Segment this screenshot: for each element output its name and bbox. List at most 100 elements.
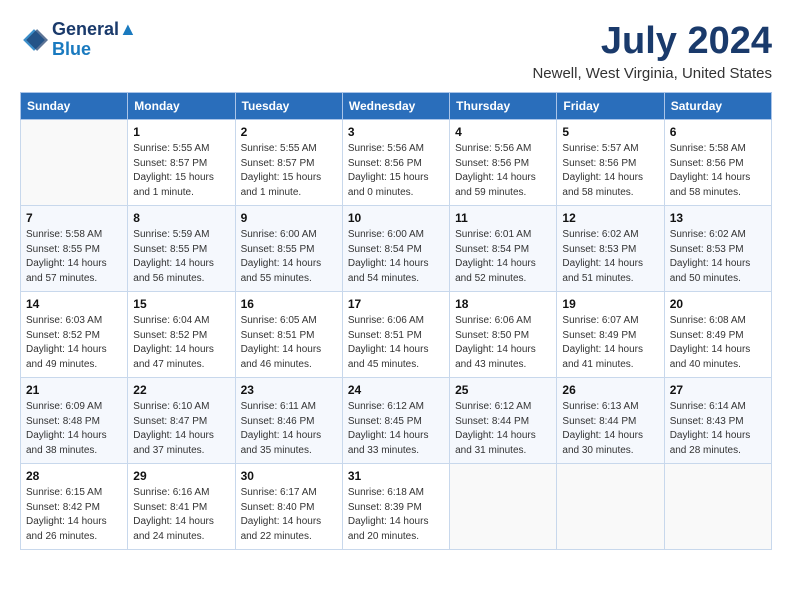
week-row-5: 28 Sunrise: 6:15 AM Sunset: 8:42 PM Dayli… xyxy=(21,464,772,550)
day-number: 1 xyxy=(133,125,229,139)
day-cell: 22 Sunrise: 6:10 AM Sunset: 8:47 PM Dayli… xyxy=(128,378,235,464)
day-info: Sunrise: 6:09 AM Sunset: 8:48 PM Dayligh… xyxy=(26,400,122,458)
day-info: Sunrise: 6:02 AM Sunset: 8:53 PM Dayligh… xyxy=(670,228,766,286)
day-info: Sunrise: 5:59 AM Sunset: 8:55 PM Dayligh… xyxy=(133,228,229,286)
day-info: Sunrise: 6:06 AM Sunset: 8:50 PM Dayligh… xyxy=(455,314,551,372)
day-cell: 6Sunrise: 5:58 AM Sunset: 8:56 PM Daylig… xyxy=(664,120,771,206)
week-row-3: 14 Sunrise: 6:03 AM Sunset: 8:52 PM Dayli… xyxy=(21,292,772,378)
day-number: 31 xyxy=(348,469,444,483)
day-info: Sunrise: 6:15 AM Sunset: 8:42 PM Dayligh… xyxy=(26,486,122,544)
day-cell: 23 Sunrise: 6:11 AM Sunset: 8:46 PM Dayli… xyxy=(235,378,342,464)
day-cell: 17 Sunrise: 6:06 AM Sunset: 8:51 PM Dayli… xyxy=(342,292,449,378)
day-number: 3 xyxy=(348,125,444,139)
day-number: 26 xyxy=(562,383,658,397)
day-info: Sunrise: 5:58 AM Sunset: 8:55 PM Dayligh… xyxy=(26,228,122,286)
day-cell: 3 Sunrise: 5:56 AM Sunset: 8:56 PM Daylig… xyxy=(342,120,449,206)
page-header: General▲ Blue July 2024 Newell, West Vir… xyxy=(20,20,772,82)
day-info: Sunrise: 6:08 AM Sunset: 8:49 PM Dayligh… xyxy=(670,314,766,372)
day-info: Sunrise: 5:56 AM Sunset: 8:56 PM Dayligh… xyxy=(455,142,551,200)
day-info: Sunrise: 6:13 AM Sunset: 8:44 PM Dayligh… xyxy=(562,400,658,458)
day-number: 22 xyxy=(133,383,229,397)
day-number: 30 xyxy=(241,469,337,483)
day-info: Sunrise: 6:11 AM Sunset: 8:46 PM Dayligh… xyxy=(241,400,337,458)
day-cell: 13 Sunrise: 6:02 AM Sunset: 8:53 PM Dayli… xyxy=(664,206,771,292)
location: Newell, West Virginia, United States xyxy=(532,65,772,82)
day-cell: 29 Sunrise: 6:16 AM Sunset: 8:41 PM Dayli… xyxy=(128,464,235,550)
day-number: 9 xyxy=(241,211,337,225)
day-info: Sunrise: 5:55 AM Sunset: 8:57 PM Dayligh… xyxy=(241,142,337,200)
calendar-table: SundayMondayTuesdayWednesdayThursdayFrid… xyxy=(20,92,772,550)
day-cell: 15Sunrise: 6:04 AM Sunset: 8:52 PM Dayli… xyxy=(128,292,235,378)
header-row: SundayMondayTuesdayWednesdayThursdayFrid… xyxy=(21,93,772,120)
day-info: Sunrise: 6:07 AM Sunset: 8:49 PM Dayligh… xyxy=(562,314,658,372)
day-cell: 16 Sunrise: 6:05 AM Sunset: 8:51 PM Dayli… xyxy=(235,292,342,378)
day-info: Sunrise: 6:16 AM Sunset: 8:41 PM Dayligh… xyxy=(133,486,229,544)
col-header-sunday: Sunday xyxy=(21,93,128,120)
day-cell: 12Sunrise: 6:02 AM Sunset: 8:53 PM Dayli… xyxy=(557,206,664,292)
day-number: 28 xyxy=(26,469,122,483)
logo-line1: General▲ xyxy=(52,20,137,40)
day-cell: 26 Sunrise: 6:13 AM Sunset: 8:44 PM Dayli… xyxy=(557,378,664,464)
day-info: Sunrise: 6:12 AM Sunset: 8:44 PM Dayligh… xyxy=(455,400,551,458)
day-number: 2 xyxy=(241,125,337,139)
col-header-saturday: Saturday xyxy=(664,93,771,120)
day-cell: 8Sunrise: 5:59 AM Sunset: 8:55 PM Daylig… xyxy=(128,206,235,292)
day-cell: 30Sunrise: 6:17 AM Sunset: 8:40 PM Dayli… xyxy=(235,464,342,550)
day-number: 5 xyxy=(562,125,658,139)
week-row-4: 21 Sunrise: 6:09 AM Sunset: 8:48 PM Dayli… xyxy=(21,378,772,464)
day-info: Sunrise: 5:58 AM Sunset: 8:56 PM Dayligh… xyxy=(670,142,766,200)
day-number: 25 xyxy=(455,383,551,397)
day-cell xyxy=(450,464,557,550)
day-number: 4 xyxy=(455,125,551,139)
day-info: Sunrise: 5:56 AM Sunset: 8:56 PM Dayligh… xyxy=(348,142,444,200)
month-title: July 2024 xyxy=(532,20,772,63)
day-number: 20 xyxy=(670,297,766,311)
day-info: Sunrise: 6:05 AM Sunset: 8:51 PM Dayligh… xyxy=(241,314,337,372)
day-cell: 10 Sunrise: 6:00 AM Sunset: 8:54 PM Dayli… xyxy=(342,206,449,292)
day-info: Sunrise: 6:00 AM Sunset: 8:55 PM Dayligh… xyxy=(241,228,337,286)
day-cell xyxy=(557,464,664,550)
day-cell: 27Sunrise: 6:14 AM Sunset: 8:43 PM Dayli… xyxy=(664,378,771,464)
day-cell: 11 Sunrise: 6:01 AM Sunset: 8:54 PM Dayli… xyxy=(450,206,557,292)
week-row-1: 1 Sunrise: 5:55 AM Sunset: 8:57 PM Daylig… xyxy=(21,120,772,206)
day-cell: 31 Sunrise: 6:18 AM Sunset: 8:39 PM Dayli… xyxy=(342,464,449,550)
col-header-tuesday: Tuesday xyxy=(235,93,342,120)
day-number: 29 xyxy=(133,469,229,483)
day-cell: 4 Sunrise: 5:56 AM Sunset: 8:56 PM Daylig… xyxy=(450,120,557,206)
day-number: 11 xyxy=(455,211,551,225)
day-cell: 19Sunrise: 6:07 AM Sunset: 8:49 PM Dayli… xyxy=(557,292,664,378)
col-header-friday: Friday xyxy=(557,93,664,120)
day-cell: 21 Sunrise: 6:09 AM Sunset: 8:48 PM Dayli… xyxy=(21,378,128,464)
col-header-wednesday: Wednesday xyxy=(342,93,449,120)
day-info: Sunrise: 6:06 AM Sunset: 8:51 PM Dayligh… xyxy=(348,314,444,372)
day-info: Sunrise: 6:10 AM Sunset: 8:47 PM Dayligh… xyxy=(133,400,229,458)
day-number: 14 xyxy=(26,297,122,311)
day-cell: 1 Sunrise: 5:55 AM Sunset: 8:57 PM Daylig… xyxy=(128,120,235,206)
logo-line2: Blue xyxy=(52,40,137,60)
day-number: 7 xyxy=(26,211,122,225)
day-cell xyxy=(664,464,771,550)
day-info: Sunrise: 6:01 AM Sunset: 8:54 PM Dayligh… xyxy=(455,228,551,286)
day-info: Sunrise: 5:55 AM Sunset: 8:57 PM Dayligh… xyxy=(133,142,229,200)
day-number: 13 xyxy=(670,211,766,225)
day-number: 17 xyxy=(348,297,444,311)
day-cell: 24Sunrise: 6:12 AM Sunset: 8:45 PM Dayli… xyxy=(342,378,449,464)
day-cell: 7 Sunrise: 5:58 AM Sunset: 8:55 PM Daylig… xyxy=(21,206,128,292)
day-cell: 14 Sunrise: 6:03 AM Sunset: 8:52 PM Dayli… xyxy=(21,292,128,378)
day-number: 16 xyxy=(241,297,337,311)
day-info: Sunrise: 6:18 AM Sunset: 8:39 PM Dayligh… xyxy=(348,486,444,544)
title-block: July 2024 Newell, West Virginia, United … xyxy=(532,20,772,82)
day-cell: 18 Sunrise: 6:06 AM Sunset: 8:50 PM Dayli… xyxy=(450,292,557,378)
day-number: 10 xyxy=(348,211,444,225)
day-cell: 9 Sunrise: 6:00 AM Sunset: 8:55 PM Daylig… xyxy=(235,206,342,292)
day-info: Sunrise: 6:00 AM Sunset: 8:54 PM Dayligh… xyxy=(348,228,444,286)
day-number: 21 xyxy=(26,383,122,397)
day-cell: 28 Sunrise: 6:15 AM Sunset: 8:42 PM Dayli… xyxy=(21,464,128,550)
day-cell: 25 Sunrise: 6:12 AM Sunset: 8:44 PM Dayli… xyxy=(450,378,557,464)
day-number: 15 xyxy=(133,297,229,311)
day-number: 23 xyxy=(241,383,337,397)
day-number: 18 xyxy=(455,297,551,311)
day-info: Sunrise: 5:57 AM Sunset: 8:56 PM Dayligh… xyxy=(562,142,658,200)
day-info: Sunrise: 6:03 AM Sunset: 8:52 PM Dayligh… xyxy=(26,314,122,372)
week-row-2: 7 Sunrise: 5:58 AM Sunset: 8:55 PM Daylig… xyxy=(21,206,772,292)
